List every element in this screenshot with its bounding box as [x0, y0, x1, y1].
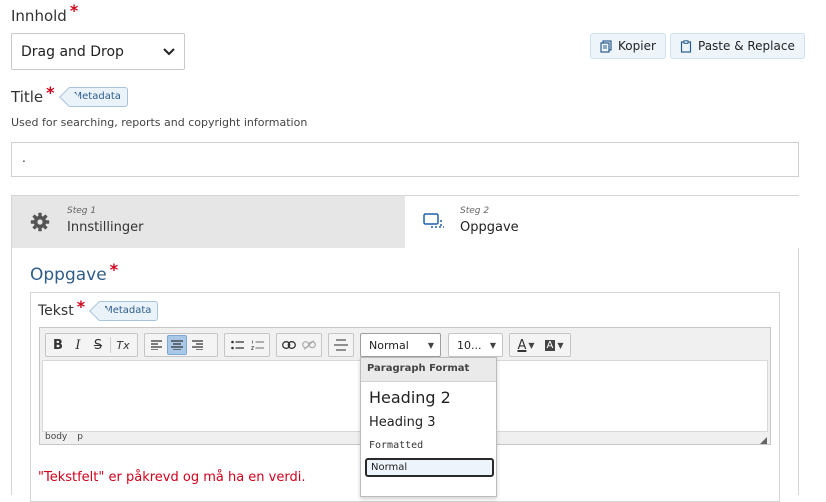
copy-icon	[600, 39, 612, 53]
gear-icon	[30, 212, 50, 232]
copy-button[interactable]: Kopier	[590, 33, 666, 59]
step-number: Steg 1	[67, 206, 97, 216]
metadata-tag: Metadata	[99, 301, 159, 321]
chevron-down-icon	[163, 47, 175, 55]
paragraph-format-select[interactable]: Normal ▼	[360, 333, 441, 357]
dropdown-header: Paragraph Format	[361, 358, 496, 382]
font-size-value: 10...	[457, 338, 482, 352]
caret-down-icon: ▼	[557, 340, 564, 350]
caret-down-icon: ▼	[427, 340, 434, 350]
font-size-select[interactable]: 10... ▼	[448, 333, 503, 357]
format-option-normal[interactable]: Normal	[365, 458, 494, 477]
title-description: Used for searching, reports and copyrigh…	[11, 116, 308, 129]
paste-replace-button[interactable]: Paste & Replace	[670, 33, 805, 59]
text-color-letter: A	[517, 337, 527, 353]
step-name: Oppgave	[460, 220, 519, 235]
align-right-button[interactable]	[187, 335, 207, 355]
task-icon	[423, 213, 444, 228]
caret-down-icon: ▼	[528, 340, 535, 350]
horizontal-line-button[interactable]	[331, 335, 351, 355]
align-left-icon	[151, 340, 162, 350]
bulleted-list-button[interactable]	[227, 335, 247, 355]
step-tab-oppgave[interactable]: Steg 2 Oppgave	[405, 196, 799, 248]
step-tab-innstillinger[interactable]: Steg 1 Innstillinger	[12, 196, 405, 248]
italic-button[interactable]: I	[68, 335, 88, 355]
separator	[110, 337, 111, 353]
numbered-list-button[interactable]	[247, 335, 267, 355]
innhold-label: Innhold	[11, 7, 67, 25]
tekst-label-row: Tekst * Metadata	[38, 297, 159, 321]
background-color-button[interactable]: A ▼	[540, 335, 568, 355]
format-option-heading-3[interactable]: Heading 3	[369, 415, 436, 430]
align-group	[144, 333, 218, 357]
tekst-label: Tekst	[38, 303, 74, 319]
error-message: "Tekstfelt" er påkrevd og må ha en verdi…	[38, 470, 306, 485]
path-item-body[interactable]: body	[45, 432, 67, 442]
text-color-button[interactable]: A ▼	[512, 335, 540, 355]
innhold-select-value: Drag and Drop	[21, 43, 124, 60]
title-label-row: Title * Metadata	[11, 83, 128, 107]
copy-label: Kopier	[618, 39, 656, 53]
metadata-tag: Metadata	[68, 87, 128, 107]
oppgave-heading-row: Oppgave *	[30, 260, 118, 285]
unlink-button[interactable]	[299, 335, 319, 355]
resize-handle-icon[interactable]	[760, 437, 767, 444]
required-mark: *	[46, 82, 55, 102]
align-center-icon	[171, 340, 183, 350]
required-mark: *	[69, 1, 79, 20]
title-label: Title	[11, 88, 44, 106]
align-left-button[interactable]	[147, 335, 167, 355]
format-option-formatted[interactable]: Formatted	[369, 440, 423, 451]
strikethrough-button[interactable]: S	[88, 335, 108, 355]
innhold-label-row: Innhold *	[11, 1, 78, 25]
format-option-heading-2[interactable]: Heading 2	[369, 388, 451, 407]
bulleted-list-icon	[230, 340, 244, 350]
link-icon	[282, 341, 296, 349]
background-color-letter: A	[544, 339, 556, 351]
basic-styles-group: B I S Tx	[45, 333, 138, 357]
paste-replace-label: Paste & Replace	[698, 39, 795, 53]
title-input-value: .	[22, 151, 26, 165]
horizontal-line-icon	[334, 339, 348, 351]
list-group	[224, 333, 270, 357]
link-group	[276, 333, 322, 357]
clipboard-icon	[680, 39, 692, 53]
format-value: Normal	[369, 338, 409, 352]
remove-format-button[interactable]: Tx	[113, 335, 133, 355]
align-right-icon	[192, 340, 203, 350]
bold-button[interactable]: B	[48, 335, 68, 355]
title-input[interactable]: .	[11, 142, 799, 177]
step-number: Steg 2	[460, 206, 490, 216]
caret-down-icon: ▼	[489, 340, 496, 350]
divider-group	[328, 333, 354, 357]
required-mark: *	[76, 296, 86, 316]
format-dropdown: Paragraph Format Heading 2 Heading 3 For…	[360, 357, 497, 497]
innhold-select[interactable]: Drag and Drop	[11, 33, 185, 70]
unlink-icon	[302, 340, 316, 350]
path-item-p[interactable]: p	[77, 432, 83, 442]
align-center-button[interactable]	[167, 335, 187, 355]
link-button[interactable]	[279, 335, 299, 355]
numbered-list-icon	[250, 340, 264, 350]
oppgave-heading: Oppgave	[30, 265, 107, 285]
step-name: Innstillinger	[67, 220, 144, 235]
required-mark: *	[109, 260, 119, 279]
color-group: A ▼ A ▼	[509, 333, 571, 357]
element-path: body p	[45, 432, 83, 442]
